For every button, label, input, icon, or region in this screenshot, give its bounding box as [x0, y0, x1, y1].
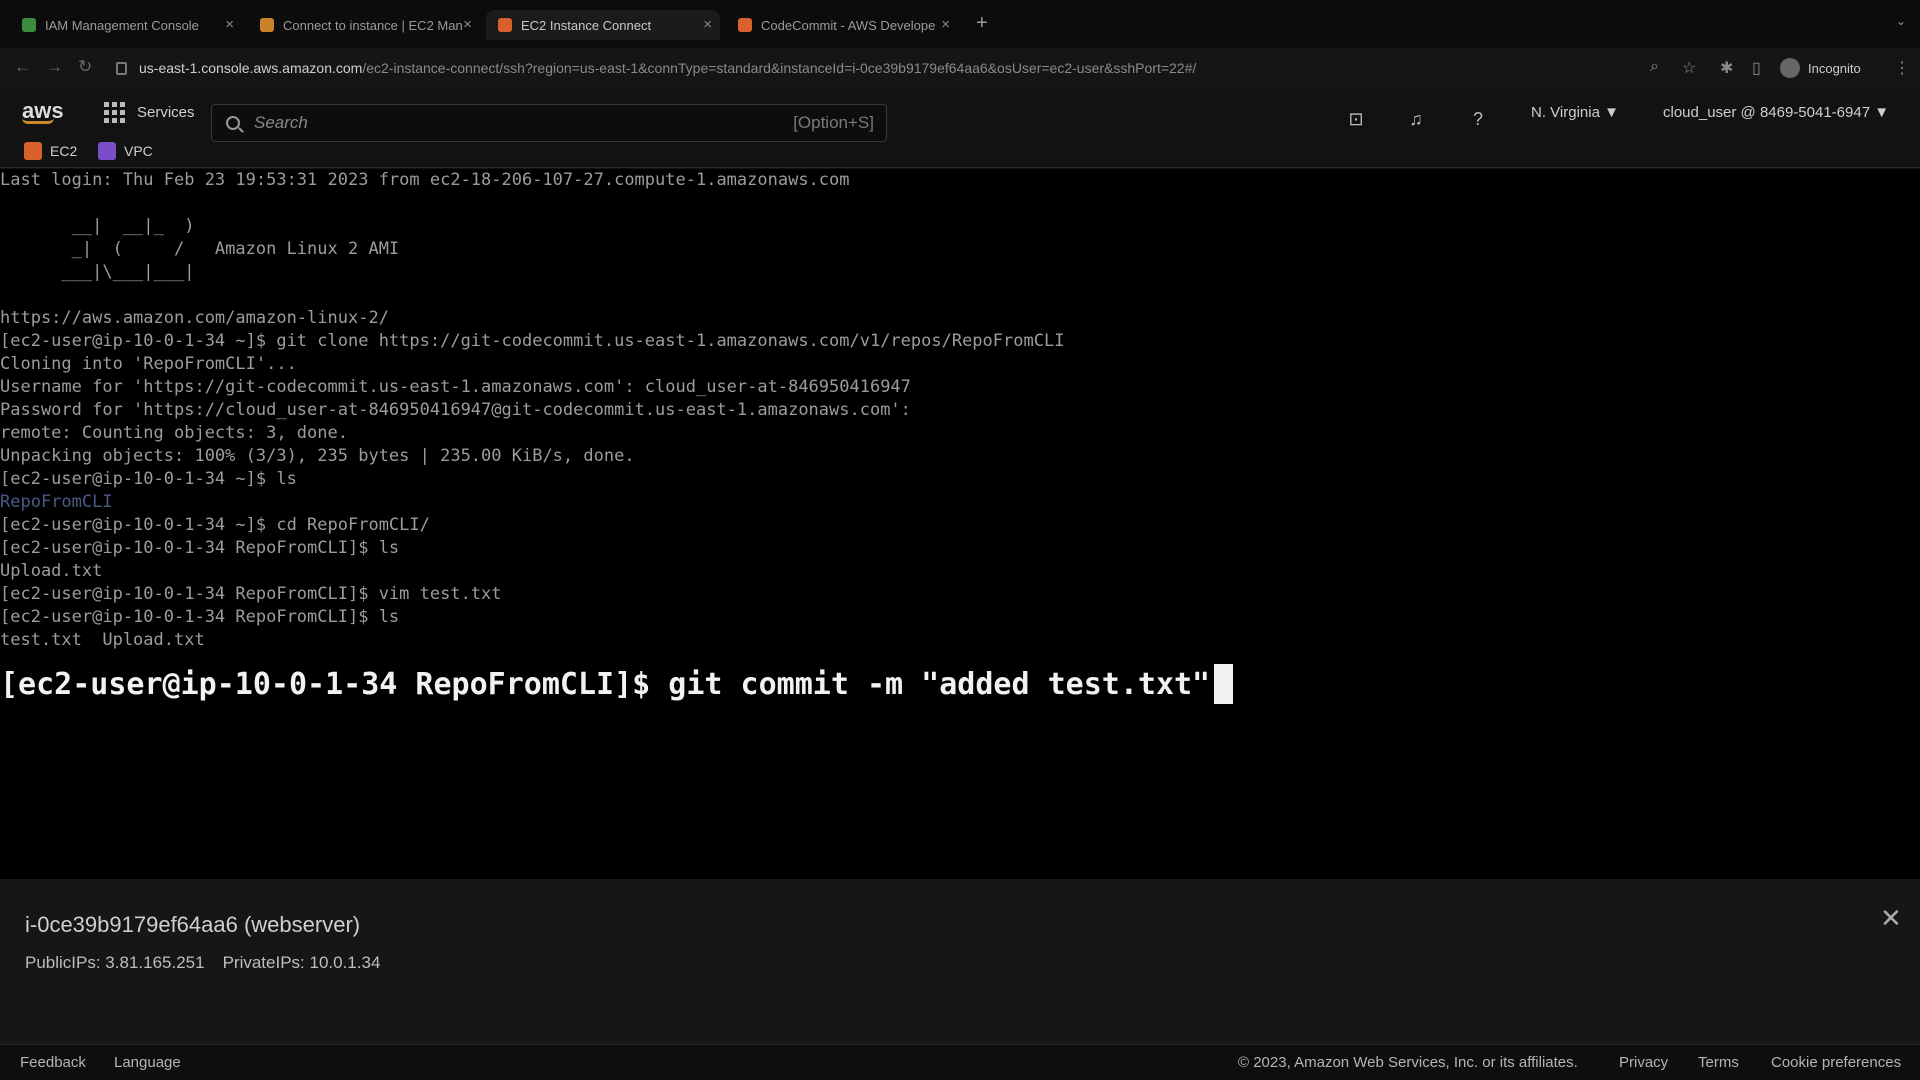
terminal-line: _| ( / Amazon Linux 2 AMI — [0, 239, 400, 259]
terminal-line: __| __|_ ) — [0, 216, 195, 236]
ssh-terminal[interactable]: Last login: Thu Feb 23 19:53:31 2023 fro… — [0, 169, 1920, 879]
instance-ips: PublicIPs: 3.81.165.251 PrivateIPs: 10.0… — [25, 953, 380, 973]
terminal-line: [ec2-user@ip-10-0-1-34 RepoFromCLI]$ ls — [0, 607, 400, 627]
region-label: N. Virginia — [1531, 104, 1600, 121]
terminal-line: Last login: Thu Feb 23 19:53:31 2023 fro… — [0, 170, 850, 190]
tab-label: Connect to instance | EC2 Man — [283, 17, 463, 33]
ec2-favicon-icon — [498, 18, 512, 32]
tab-label: EC2 Instance Connect — [521, 17, 652, 33]
extensions-icon[interactable]: ✱ — [1720, 58, 1733, 78]
feedback-link[interactable]: Feedback — [20, 1054, 86, 1071]
terminal-line: test.txt Upload.txt — [0, 630, 205, 650]
help-icon[interactable]: ? — [1466, 107, 1490, 131]
zoom-icon[interactable]: ⌕ — [1650, 58, 1659, 76]
aws-logo-text: aws — [22, 98, 64, 123]
favorite-ec2[interactable]: EC2 — [24, 142, 77, 160]
instance-info-panel: i-0ce39b9179ef64aa6 (webserver) PublicIP… — [0, 879, 1920, 1044]
aws-logo[interactable]: aws — [22, 98, 64, 124]
terminal-line: Upload.txt — [0, 561, 103, 581]
terminal-line: [ec2-user@ip-10-0-1-34 RepoFromCLI]$ vim… — [0, 584, 502, 604]
iam-favicon-icon — [22, 18, 36, 32]
public-ips: PublicIPs: 3.81.165.251 — [25, 953, 205, 972]
new-tab-icon[interactable]: + — [976, 12, 988, 35]
url-field[interactable]: us-east-1.console.aws.amazon.com /ec2-in… — [116, 48, 1616, 88]
back-icon[interactable]: ← — [14, 57, 31, 77]
terms-link[interactable]: Terms — [1698, 1054, 1739, 1071]
close-tab-icon[interactable]: × — [703, 16, 712, 33]
notifications-bell-icon[interactable]: ♫ — [1404, 107, 1428, 131]
url-host: us-east-1.console.aws.amazon.com — [139, 60, 363, 76]
cloudshell-icon[interactable]: ⊡ — [1344, 107, 1368, 131]
terminal-line: [ec2-user@ip-10-0-1-34 ~]$ cd RepoFromCL… — [0, 515, 430, 535]
browser-tab-strip: IAM Management Console × Connect to inst… — [0, 0, 1920, 48]
close-tab-icon[interactable]: × — [463, 16, 472, 33]
incognito-label: Incognito — [1808, 60, 1861, 76]
favorite-label: EC2 — [50, 143, 78, 159]
tab-connect-instance[interactable]: Connect to instance | EC2 Man × — [248, 10, 480, 40]
forward-icon[interactable]: → — [46, 57, 63, 77]
services-grid-icon — [104, 102, 125, 123]
terminal-line: Username for 'https://git-codecommit.us-… — [0, 377, 911, 397]
instance-name: i-0ce39b9179ef64aa6 (webserver) — [25, 912, 361, 937]
tab-ec2-instance-connect[interactable]: EC2 Instance Connect × — [486, 10, 720, 40]
terminal-line: [ec2-user@ip-10-0-1-34 RepoFromCLI]$ ls — [0, 538, 400, 558]
header-divider — [0, 167, 1920, 168]
terminal-line: ___|\___|___| — [0, 262, 195, 282]
terminal-directory-entry: RepoFromCLI — [0, 492, 113, 512]
lock-icon — [116, 61, 127, 75]
incognito-indicator[interactable]: Incognito — [1780, 58, 1861, 78]
side-panel-icon[interactable]: ▯ — [1752, 58, 1761, 78]
language-link[interactable]: Language — [114, 1054, 181, 1071]
tab-label: CodeCommit - AWS Develope — [761, 17, 936, 33]
url-path: /ec2-instance-connect/ssh?region=us-east… — [362, 60, 1197, 76]
bookmark-star-icon[interactable]: ☆ — [1682, 58, 1696, 78]
tab-codecommit[interactable]: CodeCommit - AWS Develope × — [726, 10, 958, 40]
current-command-text: [ec2-user@ip-10-0-1-34 RepoFromCLI]$ git… — [0, 666, 1211, 702]
tab-search-chevron-icon[interactable]: ⌄ — [1896, 14, 1906, 28]
services-menu-button[interactable]: Services — [104, 102, 195, 123]
text-cursor — [1214, 664, 1234, 704]
browser-menu-icon[interactable]: ⋮ — [1894, 58, 1910, 78]
services-label: Services — [137, 104, 195, 121]
close-panel-icon[interactable]: ✕ — [1880, 903, 1902, 934]
close-tab-icon[interactable]: × — [941, 16, 950, 33]
terminal-line: [ec2-user@ip-10-0-1-34 ~]$ ls — [0, 469, 297, 489]
reload-icon[interactable]: ↻ — [78, 57, 92, 77]
search-shortcut-hint: [Option+S] — [793, 113, 874, 132]
privacy-link[interactable]: Privacy — [1619, 1054, 1668, 1071]
search-icon — [226, 116, 240, 130]
caret-down-icon: ▼ — [1604, 104, 1619, 121]
terminal-line: https://aws.amazon.com/amazon-linux-2/ — [0, 308, 389, 328]
ec2-favicon-icon — [260, 18, 274, 32]
ec2-service-icon — [24, 142, 42, 160]
incognito-icon — [1780, 58, 1800, 78]
caret-down-icon: ▼ — [1874, 104, 1890, 121]
terminal-line: remote: Counting objects: 3, done. — [0, 423, 348, 443]
cookie-preferences-link[interactable]: Cookie preferences — [1771, 1054, 1901, 1071]
tab-iam-console[interactable]: IAM Management Console × — [10, 10, 242, 40]
favorites-bar: EC2 VPC — [0, 136, 1920, 170]
favorite-vpc[interactable]: VPC — [98, 142, 153, 160]
terminal-line: Password for 'https://cloud_user-at-8469… — [0, 400, 911, 420]
region-selector[interactable]: N. Virginia ▼ — [1531, 104, 1619, 121]
terminal-line: Unpacking objects: 100% (3/3), 235 bytes… — [0, 446, 635, 466]
copyright-text: © 2023, Amazon Web Services, Inc. or its… — [1238, 1054, 1578, 1071]
console-footer: Feedback Language © 2023, Amazon Web Ser… — [0, 1044, 1920, 1080]
terminal-line: Cloning into 'RepoFromCLI'... — [0, 354, 297, 374]
current-command-line[interactable]: [ec2-user@ip-10-0-1-34 RepoFromCLI]$ git… — [0, 664, 1234, 704]
private-ips: PrivateIPs: 10.0.1.34 — [222, 953, 381, 972]
favorite-label: VPC — [124, 143, 153, 159]
account-menu[interactable]: cloud_user @ 8469-5041-6947 ▼ — [1663, 104, 1889, 121]
codecommit-favicon-icon — [738, 18, 752, 32]
address-bar-row: ← → ↻ us-east-1.console.aws.amazon.com /… — [0, 48, 1920, 88]
tab-label: IAM Management Console — [45, 17, 199, 33]
close-tab-icon[interactable]: × — [225, 16, 234, 33]
search-input[interactable] — [254, 113, 794, 133]
account-label: cloud_user @ 8469-5041-6947 — [1663, 104, 1871, 121]
vpc-service-icon — [98, 142, 116, 160]
terminal-line: [ec2-user@ip-10-0-1-34 ~]$ git clone htt… — [0, 331, 1065, 351]
